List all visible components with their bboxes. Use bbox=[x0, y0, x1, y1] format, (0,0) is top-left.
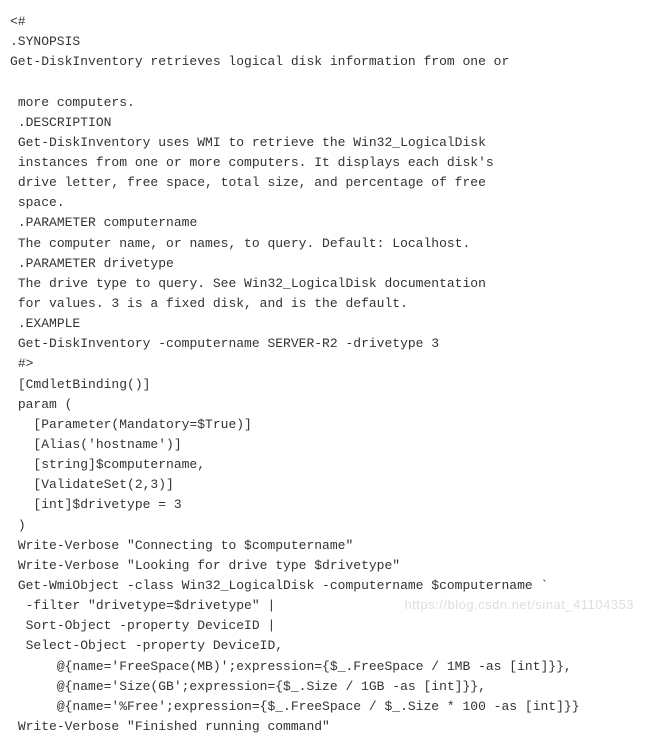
code-line: for values. 3 is a fixed disk, and is th… bbox=[10, 296, 408, 311]
code-line: [Alias('hostname')] bbox=[10, 437, 182, 452]
code-line: Select-Object -property DeviceID, bbox=[10, 638, 283, 653]
code-line: .EXAMPLE bbox=[10, 316, 80, 331]
code-line: @{name='Size(GB';expression={$_.Size / 1… bbox=[10, 679, 486, 694]
code-line: Get-WmiObject -class Win32_LogicalDisk -… bbox=[10, 578, 548, 593]
code-line: Get-DiskInventory retrieves logical disk… bbox=[10, 54, 509, 69]
code-line: [int]$drivetype = 3 bbox=[10, 497, 182, 512]
code-line: space. bbox=[10, 195, 65, 210]
code-line: ) bbox=[10, 518, 26, 533]
code-line: Sort-Object -property DeviceID | bbox=[10, 618, 275, 633]
code-line: [ValidateSet(2,3)] bbox=[10, 477, 174, 492]
code-line: @{name='%Free';expression={$_.FreeSpace … bbox=[10, 699, 580, 714]
code-line: @{name='FreeSpace(MB)';expression={$_.Fr… bbox=[10, 659, 572, 674]
code-line: more computers. bbox=[10, 95, 135, 110]
code-line: .SYNOPSIS bbox=[10, 34, 80, 49]
code-line: [CmdletBinding()] bbox=[10, 377, 150, 392]
code-line: [string]$computername, bbox=[10, 457, 205, 472]
code-line: #> bbox=[10, 356, 33, 371]
code-line: [Parameter(Mandatory=$True)] bbox=[10, 417, 252, 432]
code-line: .DESCRIPTION bbox=[10, 115, 111, 130]
code-line: param ( bbox=[10, 397, 72, 412]
code-line: <# bbox=[10, 14, 26, 29]
code-line: .PARAMETER drivetype bbox=[10, 256, 174, 271]
code-line: Write-Verbose "Looking for drive type $d… bbox=[10, 558, 400, 573]
code-line: drive letter, free space, total size, an… bbox=[10, 175, 486, 190]
code-line: .PARAMETER computername bbox=[10, 215, 197, 230]
code-line: Write-Verbose "Finished running command" bbox=[10, 719, 330, 734]
code-line: The computer name, or names, to query. D… bbox=[10, 236, 470, 251]
code-line: -filter "drivetype=$drivetype" | bbox=[10, 598, 275, 613]
code-line: The drive type to query. See Win32_Logic… bbox=[10, 276, 486, 291]
code-line: Get-DiskInventory uses WMI to retrieve t… bbox=[10, 135, 486, 150]
code-block: <# .SYNOPSIS Get-DiskInventory retrieves… bbox=[10, 12, 640, 737]
code-line: instances from one or more computers. It… bbox=[10, 155, 494, 170]
code-line: Write-Verbose "Connecting to $computerna… bbox=[10, 538, 353, 553]
code-line: Get-DiskInventory -computername SERVER-R… bbox=[10, 336, 439, 351]
